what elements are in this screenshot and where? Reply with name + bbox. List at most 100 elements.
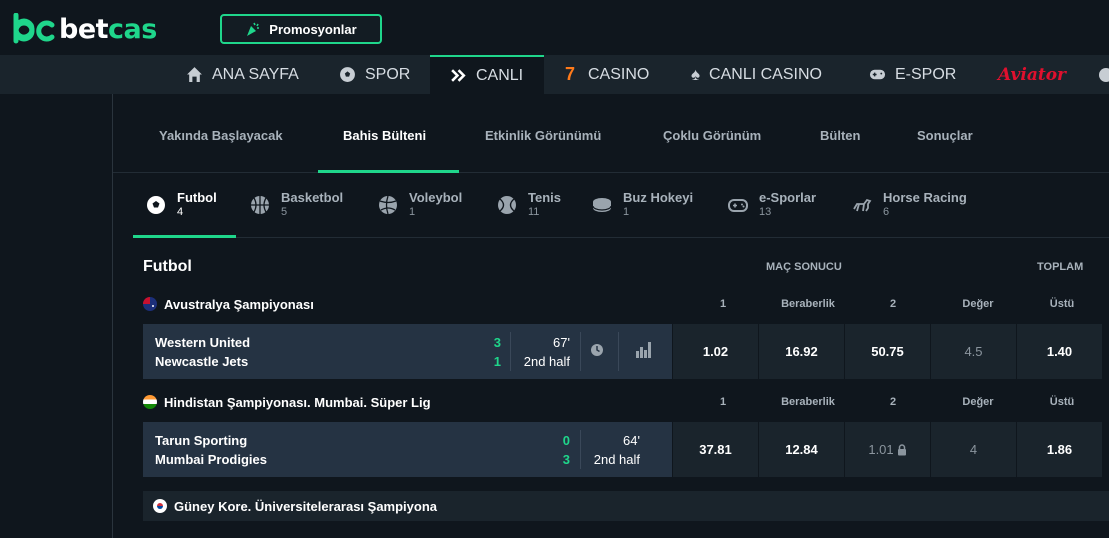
match-minute: 67': [553, 335, 570, 350]
betcas-logo[interactable]: betcas: [12, 13, 157, 45]
nav-aviator[interactable]: Aviator: [998, 55, 1066, 94]
sport-futbol[interactable]: Futbol 4: [145, 174, 217, 238]
sport-count: 1: [409, 206, 416, 218]
home-team: Western United: [155, 335, 251, 350]
sport-e-sporlar[interactable]: e-Sporlar 13: [727, 174, 816, 238]
market-result-header: MAÇ SONUCU: [766, 261, 842, 273]
spade-icon: ♠: [691, 64, 701, 84]
home-team: Tarun Sporting: [155, 433, 248, 448]
league-name: Avustralya Şampiyonası: [164, 296, 314, 312]
match-row[interactable]: Tarun Sporting Mumbai Prodigies 0 3 64' …: [143, 422, 1109, 477]
odd-over[interactable]: 1.40: [1017, 324, 1102, 379]
col-over-header: Üstü: [1049, 396, 1075, 408]
logo-mark-icon: [13, 13, 55, 44]
sport-name: Horse Racing: [883, 190, 967, 205]
nav-ana-sayfa[interactable]: ANA SAYFA: [186, 55, 299, 94]
tab-sonuclar[interactable]: Sonuçlar: [917, 128, 973, 143]
sport-name: Buz Hokeyi: [623, 190, 694, 205]
tab-coklu-gorunum[interactable]: Çoklu Görünüm: [663, 128, 761, 143]
nav-label: CASINO: [588, 65, 650, 83]
col-value-header: Değer: [962, 396, 994, 408]
match-info[interactable]: Tarun Sporting Mumbai Prodigies 0 3 64' …: [143, 422, 672, 477]
hockey-puck-icon: [592, 198, 612, 212]
tab-bulten[interactable]: Bülten: [820, 128, 860, 143]
away-team: Mumbai Prodigies: [155, 452, 267, 467]
away-score: 1: [493, 354, 501, 369]
sport-name: Basketbol: [281, 190, 344, 205]
double-chevron-icon: [451, 69, 466, 82]
league-header[interactable]: Avustralya Şampiyonası: [143, 291, 314, 317]
divider: [580, 332, 581, 371]
col-1-header: 1: [719, 396, 727, 408]
sub-tabs: Yakında Başlayacak Bahis Bülteni Etkinli…: [113, 94, 1109, 173]
odd-home[interactable]: 1.02: [673, 324, 758, 379]
total-value: 4.5: [931, 324, 1016, 379]
odd-draw[interactable]: 12.84: [759, 422, 844, 477]
nav-label: ANA SAYFA: [212, 65, 299, 83]
match-row[interactable]: Western United Newcastle Jets 3 1 67' 2n…: [143, 324, 1109, 379]
odd-away[interactable]: 50.75: [845, 324, 930, 379]
col-draw-header: Beraberlik: [781, 396, 835, 408]
home-score: 0: [562, 433, 570, 448]
gamepad-icon: [728, 199, 748, 212]
stats-chart-icon[interactable]: [635, 341, 651, 358]
volleyball-icon: [379, 195, 397, 215]
sport-name: Futbol: [177, 190, 217, 205]
section-title: Futbol: [143, 258, 192, 275]
match-period: 2nd half: [593, 452, 640, 467]
sport-basketbol[interactable]: Basketbol 5: [249, 174, 343, 238]
odd-home[interactable]: 37.81: [673, 422, 758, 477]
australia-flag-icon: [143, 297, 157, 311]
league-name: Güney Kore. Üniversitelerarası Şampiyona: [174, 498, 437, 514]
home-icon: [187, 67, 202, 82]
left-sidebar: [0, 94, 113, 538]
match-minute: 64': [623, 433, 640, 448]
league-header[interactable]: Güney Kore. Üniversitelerarası Şampiyona: [143, 491, 1109, 521]
nav-canli-casino[interactable]: ♠ CANLI CASINO: [691, 55, 822, 94]
away-score: 3: [562, 452, 570, 467]
col-draw-header: Beraberlik: [781, 298, 835, 310]
sport-name: Tenis: [528, 190, 561, 205]
tab-bahis-bulteni[interactable]: Bahis Bülteni: [343, 128, 426, 143]
clock-icon[interactable]: [590, 343, 604, 357]
odd-draw[interactable]: 16.92: [759, 324, 844, 379]
sport-voleybol[interactable]: Voleybol 1: [377, 174, 462, 238]
sport-count: 6: [883, 206, 890, 218]
south-korea-flag-icon: [153, 499, 167, 513]
sport-count: 11: [528, 206, 540, 218]
nav-casino[interactable]: 7 CASINO: [565, 55, 649, 94]
sport-tenis[interactable]: Tenis 11: [496, 174, 561, 238]
odd-away: 1.01: [868, 442, 894, 457]
soccer-ball-icon: [340, 67, 355, 82]
match-info[interactable]: Western United Newcastle Jets 3 1 67' 2n…: [143, 324, 672, 379]
away-team: Newcastle Jets: [155, 354, 249, 369]
nav-e-spor[interactable]: E-SPOR: [869, 55, 956, 94]
col-2-header: 2: [889, 396, 897, 408]
total-value: 4: [931, 422, 1016, 477]
nav-more[interactable]: [1099, 55, 1109, 94]
nav-label: CANLI: [476, 66, 524, 84]
basketball-icon: [251, 196, 269, 214]
league-header[interactable]: Hindistan Şampiyonası. Mumbai. Süper Lig: [143, 389, 431, 415]
col-value-header: Değer: [962, 298, 994, 310]
odd-over[interactable]: 1.86: [1017, 422, 1102, 477]
promotions-button[interactable]: Promosyonlar: [220, 14, 382, 44]
nav-label: E-SPOR: [895, 65, 957, 83]
more-icon: [1099, 67, 1109, 82]
horse-icon: [853, 198, 872, 212]
lock-icon: [897, 443, 906, 455]
sport-count: 13: [759, 206, 772, 218]
tab-etkinlik-gorunumu[interactable]: Etkinlik Görünümü: [485, 128, 601, 143]
home-score: 3: [493, 335, 501, 350]
sport-horse-racing[interactable]: Horse Racing 6: [851, 174, 967, 238]
odd-away-locked: 1.01: [845, 422, 930, 477]
sport-buz-hokeyi[interactable]: Buz Hokeyi 1: [591, 174, 693, 238]
match-period: 2nd half: [523, 354, 570, 369]
india-flag-icon: [143, 395, 157, 409]
tab-yakinda-baslayacak[interactable]: Yakında Başlayacak: [159, 128, 283, 143]
promotions-label: Promosyonlar: [269, 21, 357, 37]
nav-spor[interactable]: SPOR: [339, 55, 410, 94]
nav-canli[interactable]: CANLI: [430, 55, 544, 94]
col-2-header: 2: [889, 298, 897, 310]
league-name: Hindistan Şampiyonası. Mumbai. Süper Lig: [164, 394, 431, 410]
